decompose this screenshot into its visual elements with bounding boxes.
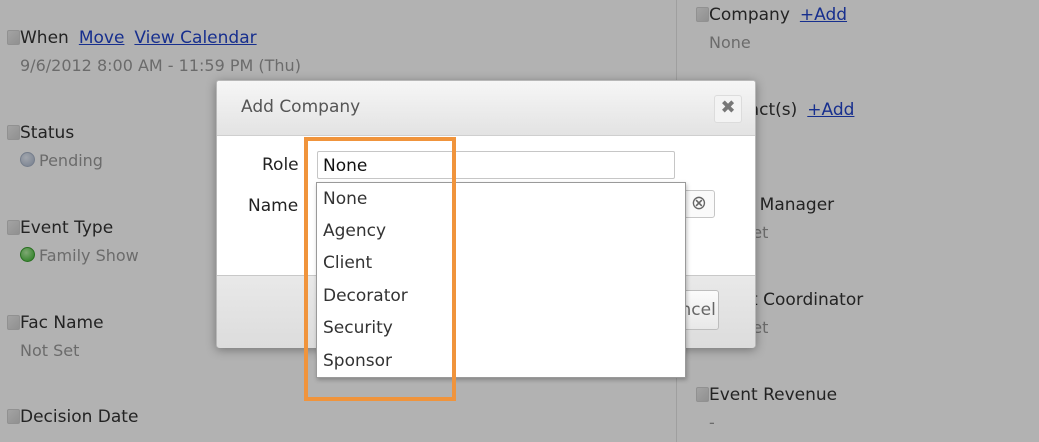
role-option-client[interactable]: Client: [323, 253, 372, 273]
circle-x-icon[interactable]: ⊗: [683, 190, 715, 218]
dialog-header: Add Company ✖: [217, 81, 755, 136]
name-label: Name: [248, 196, 299, 216]
role-option-security[interactable]: Security: [323, 318, 393, 338]
role-option-decorator[interactable]: Decorator: [323, 286, 408, 306]
role-dropdown-list: None Agency Client Decorator Security Sp…: [316, 182, 686, 378]
close-icon[interactable]: ✖: [714, 95, 742, 123]
dialog-title: Add Company: [241, 97, 361, 117]
role-option-agency[interactable]: Agency: [323, 221, 386, 241]
role-option-sponsor[interactable]: Sponsor: [323, 351, 392, 371]
role-label: Role: [262, 155, 299, 175]
role-select[interactable]: None: [317, 151, 675, 179]
role-option-none[interactable]: None: [323, 189, 367, 209]
